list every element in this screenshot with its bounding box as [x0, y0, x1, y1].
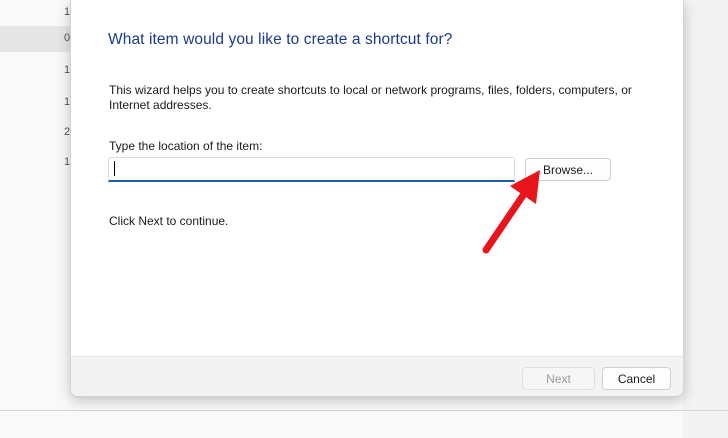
- continue-hint: Click Next to continue.: [109, 214, 229, 228]
- background-row: 1: [0, 90, 72, 116]
- wizard-description: This wizard helps you to create shortcut…: [109, 83, 632, 112]
- background-row: 1: [0, 150, 72, 176]
- location-input[interactable]: [108, 157, 515, 182]
- location-label: Type the location of the item:: [109, 139, 263, 153]
- background-row: 1: [0, 58, 72, 84]
- background-list: 1 0 1 1 2 1: [0, 0, 72, 200]
- background-right-strip: [683, 0, 728, 438]
- background-divider: [0, 410, 728, 411]
- dialog-title: What item would you like to create a sho…: [108, 31, 453, 48]
- red-arrow-annotation-icon: [482, 170, 540, 254]
- create-shortcut-dialog: What item would you like to create a sho…: [70, 0, 684, 397]
- text-caret: [114, 161, 115, 176]
- background-row: 2: [0, 120, 72, 146]
- background-row-selected: 0: [0, 26, 72, 52]
- cancel-button[interactable]: Cancel: [602, 367, 671, 390]
- dialog-footer: Next Cancel: [71, 356, 683, 396]
- next-button[interactable]: Next: [522, 367, 595, 390]
- background-row: 1: [0, 0, 72, 26]
